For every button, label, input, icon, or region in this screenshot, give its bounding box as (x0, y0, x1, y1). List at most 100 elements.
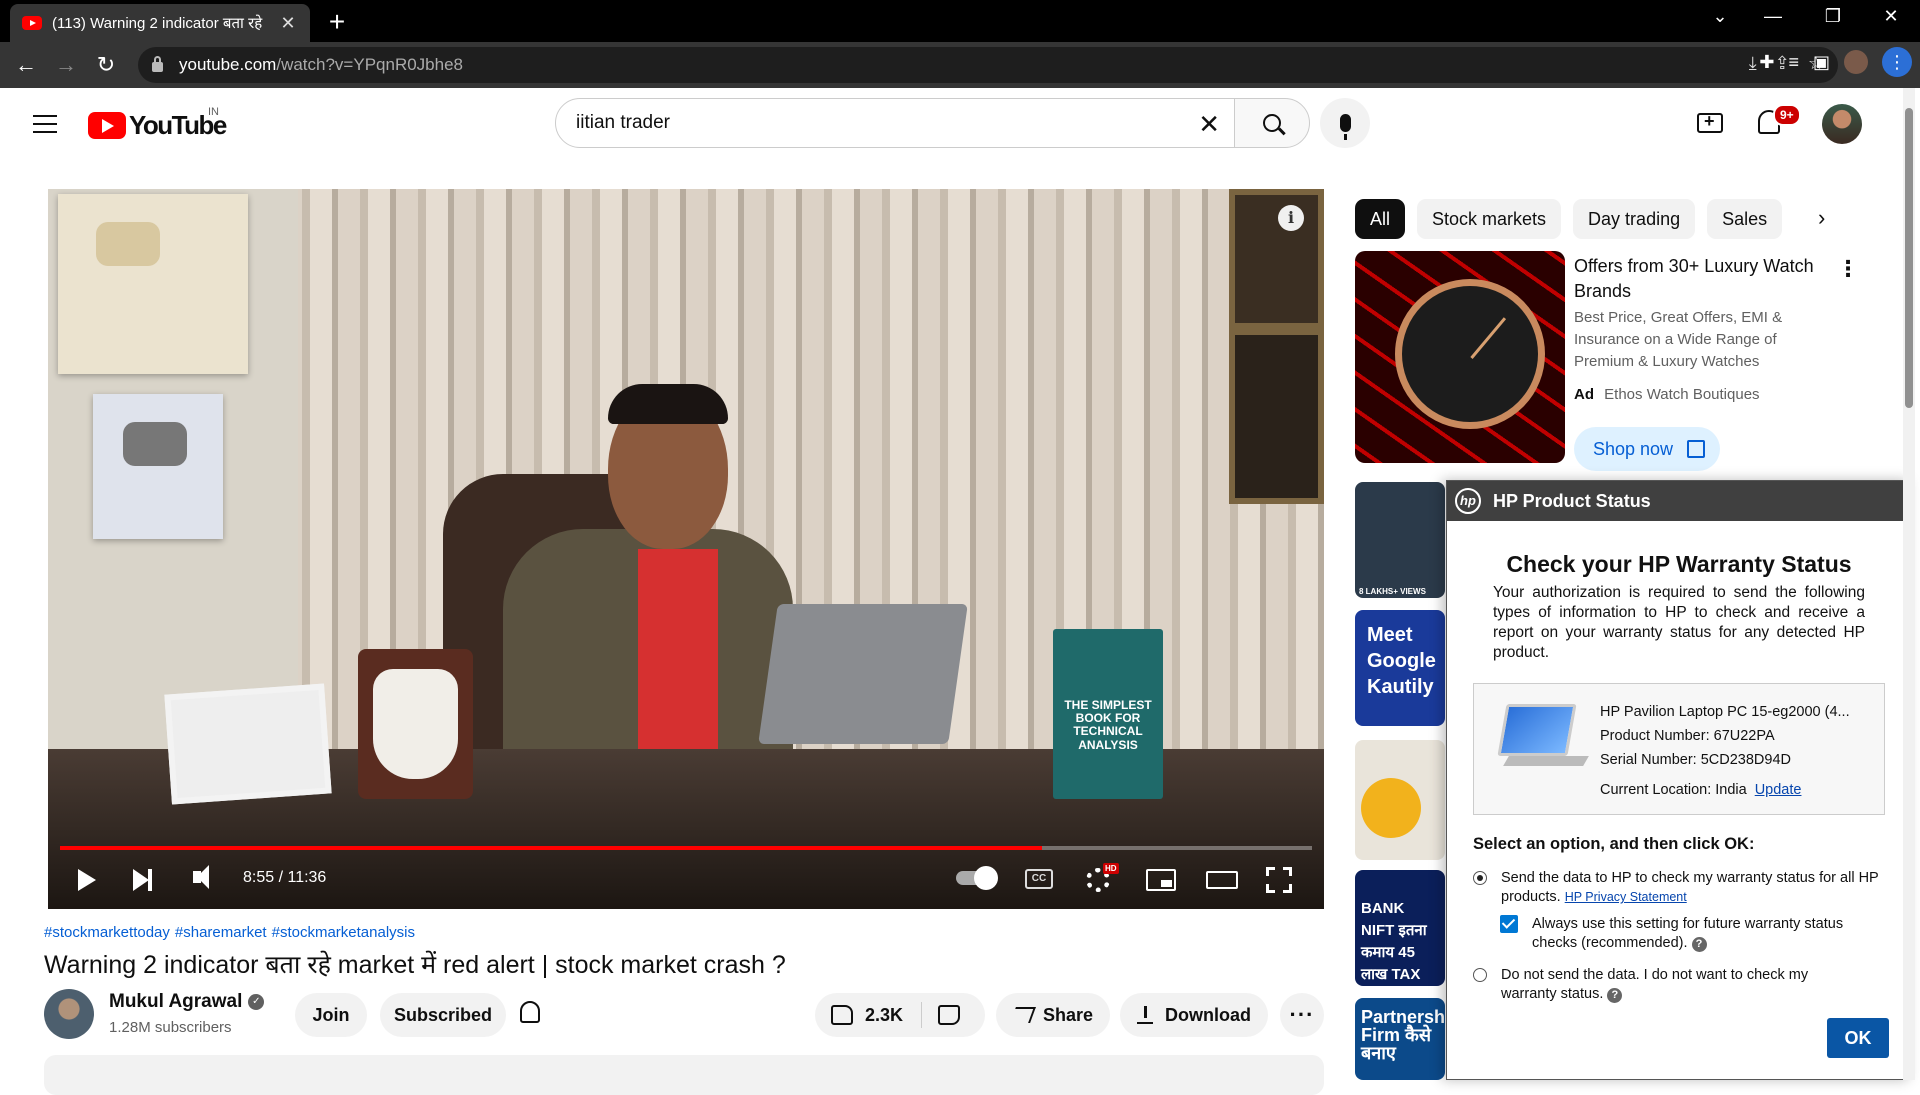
subscribed-button[interactable]: Subscribed (380, 993, 506, 1037)
browser-tab[interactable]: (113) Warning 2 indicator बता रहे ✕ (10, 4, 310, 42)
autoplay-toggle[interactable] (956, 866, 998, 890)
country-code: IN (208, 106, 219, 118)
hashtag-link[interactable]: #stockmarketanalysis (272, 924, 415, 941)
video-title: Warning 2 indicator बता रहे market में r… (44, 951, 786, 979)
channel-avatar[interactable] (44, 989, 94, 1039)
tab-search-icon[interactable]: ⌄ (1700, 6, 1740, 27)
theater-mode-icon[interactable] (1206, 871, 1238, 889)
create-video-icon[interactable] (1697, 111, 1723, 133)
chip-stock-markets[interactable]: Stock markets (1417, 199, 1562, 239)
like-icon[interactable] (831, 1005, 853, 1025)
description-box[interactable] (44, 1055, 1324, 1095)
account-avatar[interactable] (1822, 104, 1862, 144)
radio-send-data[interactable] (1473, 871, 1487, 885)
youtube-favicon-icon (22, 16, 42, 30)
share-button[interactable]: Share (996, 993, 1110, 1037)
hashtag-link[interactable]: #stockmarkettoday (44, 924, 170, 941)
ad-meta: Ad Ethos Watch Boutiques (1574, 386, 1760, 403)
page-scrollbar[interactable] (1903, 88, 1915, 1080)
video-player[interactable]: THE SIMPLEST BOOK FOR TECHNICAL ANALYSIS… (48, 189, 1324, 909)
laptop-base (1503, 756, 1589, 766)
thumbnail-portrait (1361, 778, 1421, 838)
url-host: youtube.com (179, 55, 277, 74)
help-icon[interactable]: ? (1607, 988, 1623, 1003)
voice-search-button[interactable] (1320, 98, 1370, 148)
option-always-use[interactable]: Always use this setting for future warra… (1500, 915, 1880, 953)
scrollbar-thumb[interactable] (1905, 108, 1913, 408)
ad-menu-icon[interactable]: ⋮ (1837, 256, 1859, 282)
profile-avatar-icon[interactable] (1844, 50, 1868, 74)
restore-button[interactable]: ❐ (1813, 6, 1853, 27)
lock-icon[interactable] (152, 56, 163, 72)
hp-warranty-dialog: hp HP Product Status Check your HP Warra… (1446, 480, 1912, 1080)
volume-icon[interactable] (193, 865, 209, 889)
ad-badge: Ad (1574, 386, 1594, 403)
close-window-button[interactable]: ✕ (1871, 6, 1911, 27)
fullscreen-icon[interactable] (1266, 867, 1292, 893)
install-app-icon[interactable]: ⤓ (1749, 53, 1757, 74)
hp-product-details: HP Pavilion Laptop PC 15-eg2000 (4... Pr… (1600, 700, 1850, 802)
always-use-checkbox[interactable] (1500, 915, 1518, 933)
extensions-puzzle-icon[interactable]: ✚ (1759, 52, 1774, 73)
shop-now-button[interactable]: Shop now (1574, 427, 1720, 471)
search-icon (1263, 114, 1281, 132)
channel-name[interactable]: Mukul Agrawal (109, 991, 242, 1013)
ad-title[interactable]: Offers from 30+ Luxury Watch Brands (1574, 254, 1814, 304)
hp-heading: Check your HP Warranty Status (1506, 551, 1852, 577)
recommended-thumbnail[interactable]: BANK NIFT इतना कमाय 45 लाख TAX (1355, 870, 1445, 986)
join-button[interactable]: Join (295, 993, 367, 1037)
option-dont-send[interactable]: Do not send the data. I do not want to c… (1473, 966, 1853, 1004)
captions-icon[interactable]: CC (1025, 869, 1053, 889)
tab-close-icon[interactable]: ✕ (278, 13, 298, 34)
shop-now-label: Shop now (1593, 438, 1674, 459)
search-input[interactable]: iitian trader ✕ (555, 98, 1235, 148)
media-control-icon[interactable]: ≡ (1788, 52, 1799, 73)
chip-day-trading[interactable]: Day trading (1573, 199, 1696, 239)
option-send-text: Send the data to HP to check my warranty… (1501, 869, 1883, 907)
help-icon[interactable]: ? (1691, 937, 1707, 952)
info-icon[interactable]: i (1278, 205, 1304, 231)
product-name: HP Pavilion Laptop PC 15-eg2000 (4... (1600, 704, 1850, 720)
progress-bar[interactable] (60, 846, 1312, 850)
ad-thumbnail[interactable] (1355, 251, 1565, 463)
hashtags: #stockmarkettoday #sharemarket #stockmar… (44, 924, 415, 941)
play-icon[interactable] (78, 869, 96, 891)
reload-icon[interactable]: ↻ (86, 52, 126, 78)
forward-arrow-icon[interactable]: → (46, 52, 86, 78)
chrome-menu-icon[interactable]: ⋮ (1882, 47, 1912, 77)
chip-all[interactable]: All (1355, 199, 1406, 239)
search-button[interactable] (1234, 98, 1310, 148)
address-bar[interactable]: youtube.com/watch?v=YPqnR0Jbhe8 ⤓ ⇪ ☆ (138, 47, 1838, 83)
miniplayer-icon[interactable] (1146, 869, 1176, 891)
chevron-right-icon[interactable]: › (1818, 205, 1825, 231)
url-path: /watch?v=YPqnR0Jbhe8 (276, 55, 463, 74)
side-panel-icon[interactable]: ▣ (1813, 52, 1830, 73)
subscription-bell-icon[interactable] (520, 1001, 540, 1023)
dislike-icon[interactable] (938, 1005, 961, 1025)
update-link[interactable]: Update (1755, 782, 1802, 798)
youtube-logo[interactable]: YouTube (88, 110, 227, 141)
option-send-data[interactable]: Send the data to HP to check my warranty… (1473, 869, 1883, 907)
recommended-thumbnail[interactable] (1355, 740, 1445, 860)
watch-image (1395, 279, 1545, 429)
channel-name-row: Mukul Agrawal ✓ (109, 991, 265, 1013)
download-button[interactable]: Download (1120, 993, 1268, 1037)
menu-hamburger-icon[interactable] (33, 115, 57, 133)
more-actions-button[interactable]: ··· (1280, 993, 1324, 1037)
new-tab-button[interactable]: + (322, 6, 352, 38)
recommended-thumbnail[interactable]: 8 LAKHS+ VIEWS (1355, 482, 1445, 598)
ok-button[interactable]: OK (1827, 1018, 1889, 1058)
minimize-button[interactable]: — (1753, 6, 1793, 27)
recommended-thumbnail[interactable]: Partnersh Firm कैसे बनाए (1355, 998, 1445, 1080)
like-count[interactable]: 2.3K (865, 1005, 903, 1026)
privacy-statement-link[interactable]: HP Privacy Statement (1565, 890, 1687, 904)
thumbnail-caption: Partnersh Firm कैसे बनाए (1361, 1007, 1445, 1063)
youtube-play-logo-icon (88, 112, 126, 139)
chip-sales[interactable]: Sales (1707, 199, 1783, 239)
next-video-icon[interactable] (133, 869, 152, 891)
recommended-thumbnail[interactable]: Meet Google Kautily (1355, 610, 1445, 726)
back-arrow-icon[interactable]: ← (6, 52, 46, 78)
radio-dont-send[interactable] (1473, 968, 1487, 982)
hashtag-link[interactable]: #sharemarket (175, 924, 267, 941)
clear-search-icon[interactable]: ✕ (1198, 109, 1220, 140)
